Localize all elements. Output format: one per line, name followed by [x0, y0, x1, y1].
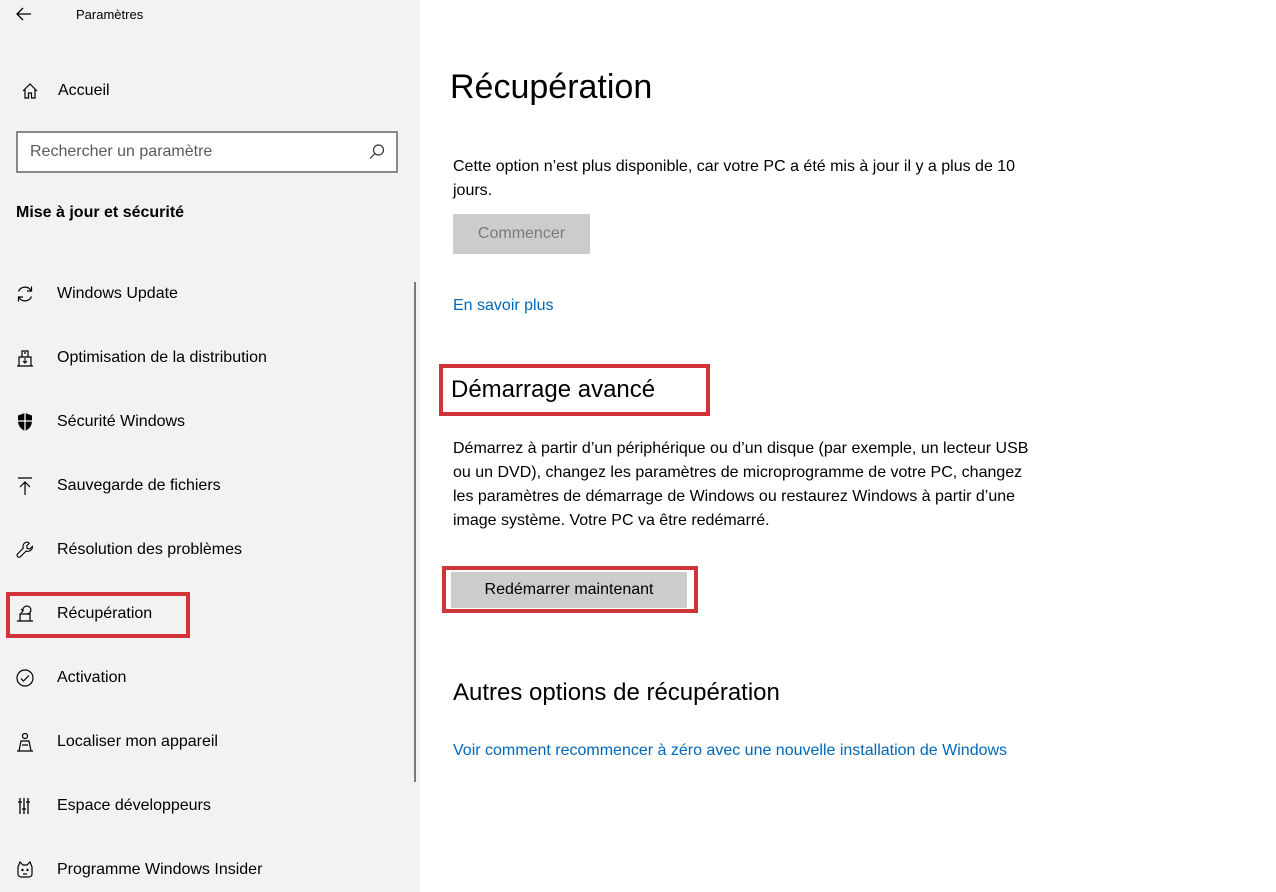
sidebar-item-label: Programme Windows Insider: [57, 861, 263, 878]
sidebar-item-file-backup[interactable]: Sauvegarde de fichiers: [8, 464, 408, 508]
section-title: Mise à jour et sécurité: [16, 204, 185, 221]
start-button[interactable]: Commencer: [453, 214, 590, 254]
sidebar-item-troubleshoot[interactable]: Résolution des problèmes: [8, 528, 408, 572]
recovery-highlight: [6, 592, 190, 638]
app-title: Paramètres: [76, 7, 144, 22]
sidebar-item-activation[interactable]: Activation: [8, 656, 408, 700]
refresh-icon: [14, 283, 36, 305]
shield-icon: [14, 411, 36, 433]
delivery-optimization-icon: [14, 347, 36, 369]
upload-arrow-icon: [14, 475, 36, 497]
sidebar-item-insider[interactable]: Programme Windows Insider: [8, 848, 408, 892]
back-button[interactable]: [12, 2, 36, 26]
restart-button-highlight: [442, 566, 698, 613]
wrench-icon: [14, 539, 36, 561]
sidebar-item-label: Sauvegarde de fichiers: [57, 477, 221, 494]
sidebar-item-label: Espace développeurs: [57, 797, 211, 814]
learn-more-link[interactable]: En savoir plus: [453, 294, 554, 318]
fresh-start-link[interactable]: Voir comment recommencer à zéro avec une…: [453, 739, 1053, 763]
sidebar-item-find-my-device[interactable]: Localiser mon appareil: [8, 720, 408, 764]
sidebar-item-label: Résolution des problèmes: [57, 541, 242, 558]
sidebar-item-label: Sécurité Windows: [57, 413, 186, 430]
settings-window: Paramètres Accueil Mise à jour et sécuri…: [0, 0, 1276, 892]
search-icon[interactable]: [368, 143, 386, 161]
person-location-icon: [14, 731, 36, 753]
search-input[interactable]: [30, 141, 360, 163]
sidebar-item-windows-update[interactable]: Windows Update: [8, 272, 408, 316]
title-bar: Paramètres: [0, 0, 420, 32]
check-circle-icon: [14, 667, 36, 689]
sidebar-item-label: Windows Update: [57, 285, 178, 302]
advanced-startup-highlight: [439, 364, 710, 416]
sidebar-item-label: Localiser mon appareil: [57, 733, 218, 750]
developer-icon: [14, 795, 36, 817]
reset-description: Cette option n’est plus disponible, car …: [453, 158, 1016, 199]
sidebar-item-label: Optimisation de la distribution: [57, 349, 267, 366]
main-content: Récupération Cette option n’est plus dis…: [420, 0, 1276, 892]
home-label: Accueil: [58, 82, 110, 99]
sidebar-item-label: Activation: [57, 669, 127, 686]
sidebar-scrollbar[interactable]: [414, 282, 416, 782]
advanced-startup-description: Démarrez à partir d’un périphérique ou d…: [453, 440, 1029, 529]
sidebar-item-delivery-optimization[interactable]: Optimisation de la distribution: [8, 336, 408, 380]
home-icon: [18, 79, 42, 103]
back-arrow-icon: [16, 7, 31, 21]
insider-icon: [14, 859, 36, 881]
sidebar-item-windows-security[interactable]: Sécurité Windows: [8, 400, 408, 444]
other-options-title: Autres options de récupération: [453, 679, 780, 706]
page-title: Récupération: [450, 68, 653, 106]
sidebar-item-developers[interactable]: Espace développeurs: [8, 784, 408, 828]
sidebar: Paramètres Accueil Mise à jour et sécuri…: [0, 0, 420, 892]
sidebar-home[interactable]: Accueil: [8, 72, 308, 110]
search-box[interactable]: [16, 131, 398, 173]
